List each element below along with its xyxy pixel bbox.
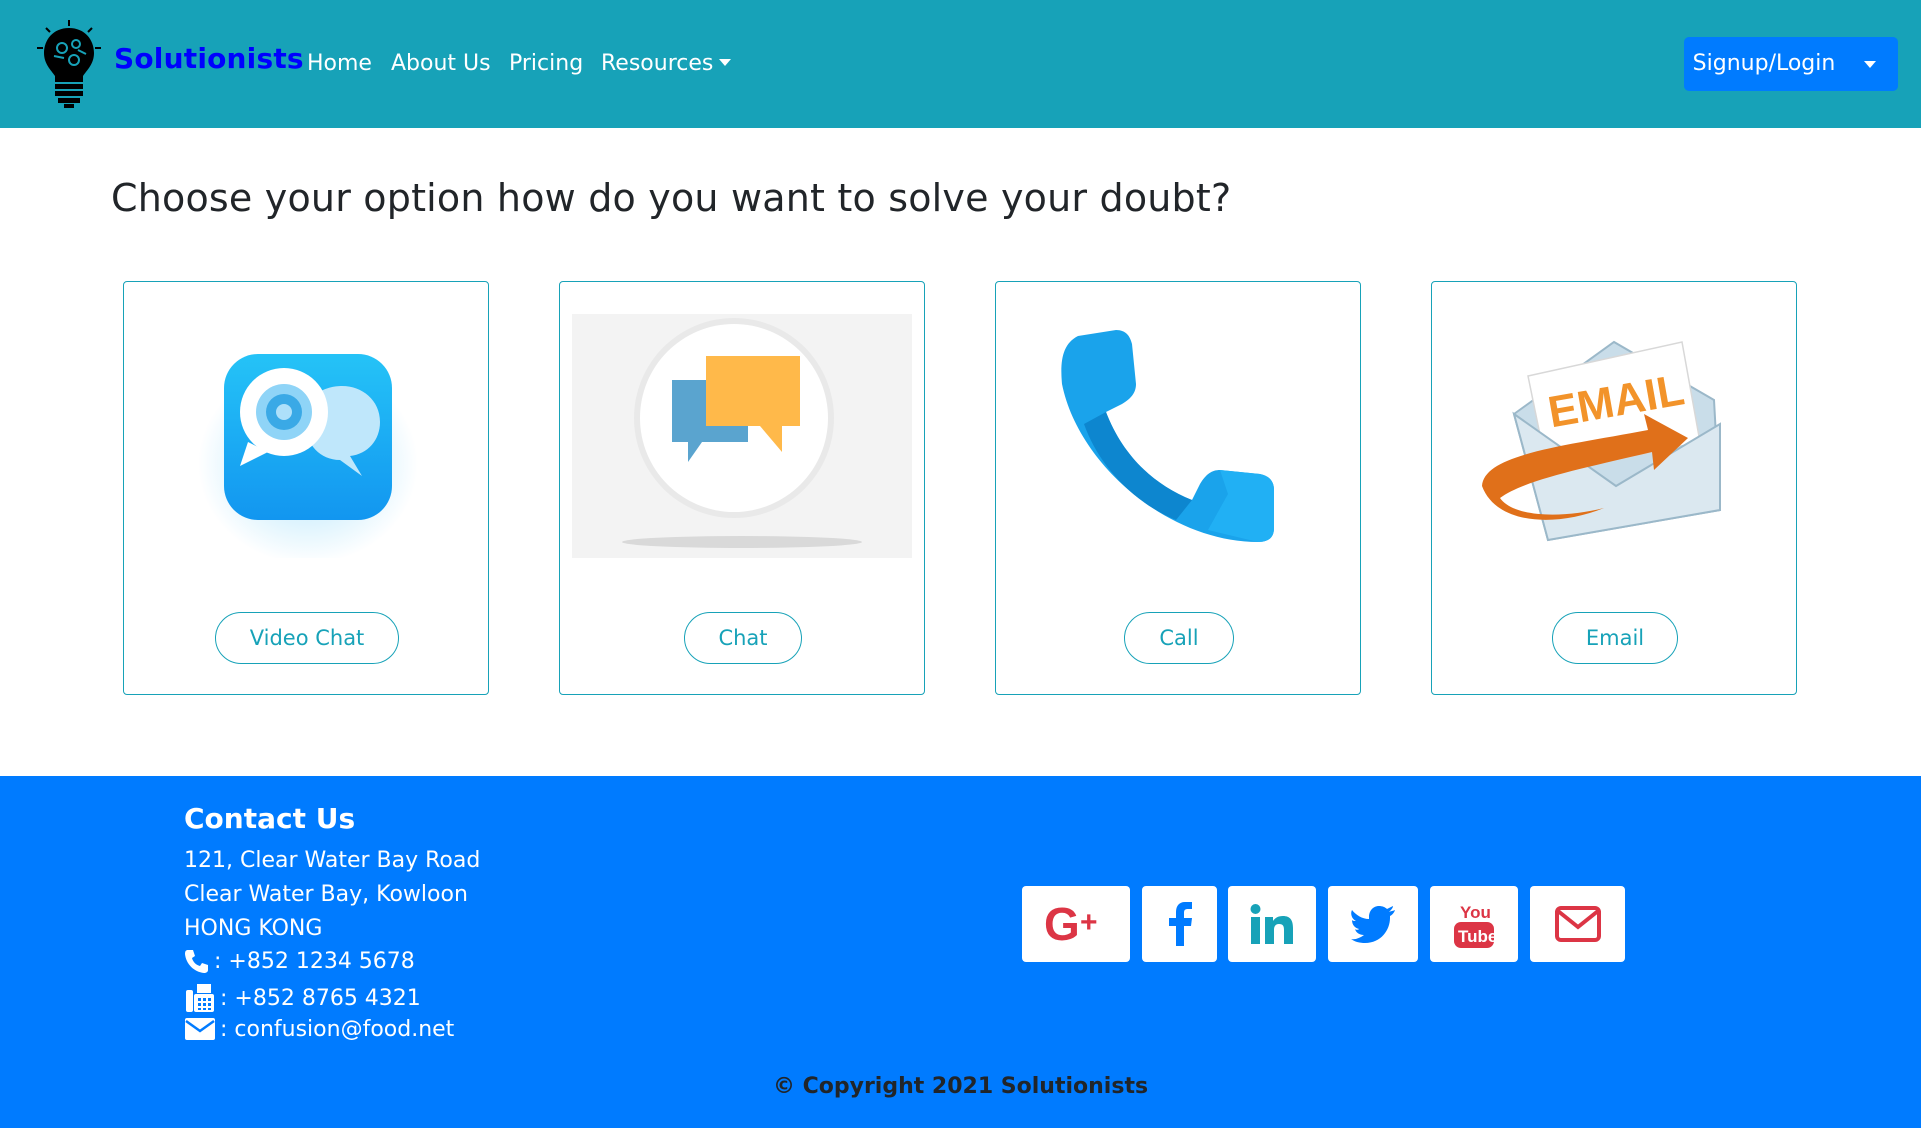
phone-icon (185, 950, 208, 973)
chat-bubbles-icon (572, 314, 912, 558)
linkedin-icon (1250, 904, 1293, 944)
brand-name[interactable]: Solutionists (114, 42, 304, 75)
nav-link-home[interactable]: Home (307, 51, 372, 76)
contact-fax: : +852 8765 4321 (184, 982, 421, 1014)
fax-number: : +852 8765 4321 (220, 985, 421, 1011)
twitter-icon (1351, 906, 1395, 943)
video-chat-icon (198, 354, 418, 558)
phone-icon (1061, 330, 1274, 542)
signup-dropdown-toggle[interactable] (1844, 37, 1898, 91)
google-plus-icon: G + (1044, 904, 1098, 944)
envelope-icon (185, 1018, 215, 1040)
google-plus-button[interactable]: G + (1022, 886, 1130, 962)
nav-link-pricing[interactable]: Pricing (509, 51, 583, 76)
contact-email: : confusion@food.net (184, 1016, 454, 1042)
svg-text:+: + (1080, 906, 1098, 939)
signup-login-group: Signup/Login (1684, 37, 1898, 91)
facebook-button[interactable] (1142, 886, 1217, 962)
facebook-icon (1168, 902, 1192, 946)
nav-dropdown-resources[interactable]: Resources (601, 51, 732, 76)
footer: Contact Us 121, Clear Water Bay Road Cle… (0, 776, 1921, 1128)
mail-icon (1554, 906, 1601, 942)
page-heading: Choose your option how do you want to so… (111, 176, 1232, 220)
lightbulb-logo-icon[interactable] (34, 18, 104, 110)
email-button[interactable]: Email (1552, 612, 1678, 664)
navbar: Solutionists Home About Us Pricing Resou… (0, 0, 1921, 128)
svg-text:You: You (1460, 903, 1491, 922)
contact-phone: : +852 1234 5678 (184, 948, 415, 974)
option-card-email: EMAIL Email (1431, 281, 1797, 695)
mail-button[interactable] (1530, 886, 1625, 962)
nav-link-resources-label: Resources (601, 51, 714, 76)
chat-button[interactable]: Chat (684, 612, 802, 664)
address-line: Clear Water Bay, Kowloon (184, 882, 468, 907)
video-chat-button[interactable]: Video Chat (215, 612, 399, 664)
svg-text:Tube: Tube (1458, 927, 1496, 946)
signup-login-button[interactable]: Signup/Login (1684, 37, 1844, 91)
email-envelope-icon: EMAIL (1482, 340, 1722, 542)
twitter-button[interactable] (1328, 886, 1418, 962)
phone-number: : +852 1234 5678 (214, 948, 415, 974)
email-link[interactable]: : confusion@food.net (220, 1017, 454, 1042)
caret-down-icon (719, 59, 732, 66)
linkedin-button[interactable] (1228, 886, 1316, 962)
copyright-text: © Copyright 2021 Solutionists (772, 1074, 1149, 1099)
fax-icon (186, 984, 214, 1012)
youtube-button[interactable]: You Tube (1430, 886, 1518, 962)
option-card-video-chat: Video Chat (123, 281, 489, 695)
svg-text:G: G (1044, 904, 1080, 944)
call-button[interactable]: Call (1124, 612, 1234, 664)
option-card-chat: Chat (559, 281, 925, 695)
youtube-icon: You Tube (1454, 903, 1496, 948)
address-line: HONG KONG (184, 916, 323, 941)
caret-down-icon (1864, 61, 1876, 68)
option-card-call: Call (995, 281, 1361, 695)
nav-link-about-us[interactable]: About Us (391, 51, 491, 76)
address-line: 121, Clear Water Bay Road (184, 848, 481, 873)
contact-us-title: Contact Us (184, 802, 356, 835)
